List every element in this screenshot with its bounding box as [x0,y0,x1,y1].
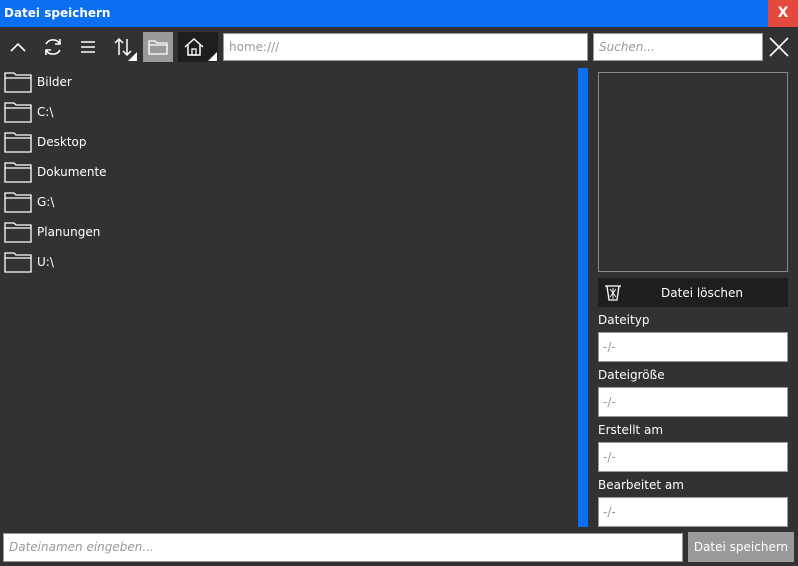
modified-field: -/- [598,497,788,527]
refresh-icon[interactable] [38,32,68,62]
created-label: Erstellt am [598,423,664,437]
modified-label: Bearbeitet am [598,478,684,492]
delete-file-label: Datei löschen [661,286,743,300]
dropdown-corner-icon [128,52,137,61]
path-input[interactable]: home:/// [223,33,588,61]
list-item[interactable]: Bilder [0,67,570,97]
file-name: G:\ [37,195,55,209]
folder-icon [4,252,32,273]
scrollbar[interactable] [578,68,588,527]
filetype-label: Dateityp [598,313,650,327]
folder-icon [4,102,32,123]
delete-file-button[interactable]: Datei löschen [598,278,788,307]
file-list: Bilder C:\ Desktop Dokumente G:\ Planung… [0,67,576,529]
dropdown-corner-icon [208,52,217,61]
clear-search-icon[interactable] [765,32,793,62]
folder-icon [4,192,32,213]
filesize-field: -/- [598,387,788,417]
file-name: U:\ [37,255,54,269]
folder-icon [4,222,32,243]
file-name: Desktop [37,135,87,149]
folder-view-icon[interactable] [143,32,173,62]
list-item[interactable]: G:\ [0,187,570,217]
file-name: Planungen [37,225,101,239]
list-item[interactable]: Planungen [0,217,570,247]
title-bar: Datei speichern X [0,0,798,27]
sort-icon[interactable] [108,32,138,62]
window-title: Datei speichern [4,6,111,20]
file-preview [598,72,788,272]
filesize-label: Dateigröße [598,368,665,382]
search-input[interactable]: Suchen... [593,33,763,61]
chevron-up-icon[interactable] [3,32,33,62]
toolbar: home:/// Suchen... [0,27,798,67]
created-field: -/- [598,442,788,472]
folder-icon [4,72,32,93]
folder-icon [4,132,32,153]
list-item[interactable]: C:\ [0,97,570,127]
home-icon[interactable] [178,32,218,62]
save-button[interactable]: Datei speichern [688,532,794,562]
close-button[interactable]: X [768,0,798,27]
list-item[interactable]: U:\ [0,247,570,277]
file-name: C:\ [37,105,54,119]
filename-input[interactable]: Dateinamen eingeben... [3,533,683,562]
list-view-icon[interactable] [73,32,103,62]
list-item[interactable]: Dokumente [0,157,570,187]
filetype-field: -/- [598,332,788,362]
list-item[interactable]: Desktop [0,127,570,157]
folder-icon [4,162,32,183]
file-name: Bilder [37,75,72,89]
file-name: Dokumente [37,165,107,179]
